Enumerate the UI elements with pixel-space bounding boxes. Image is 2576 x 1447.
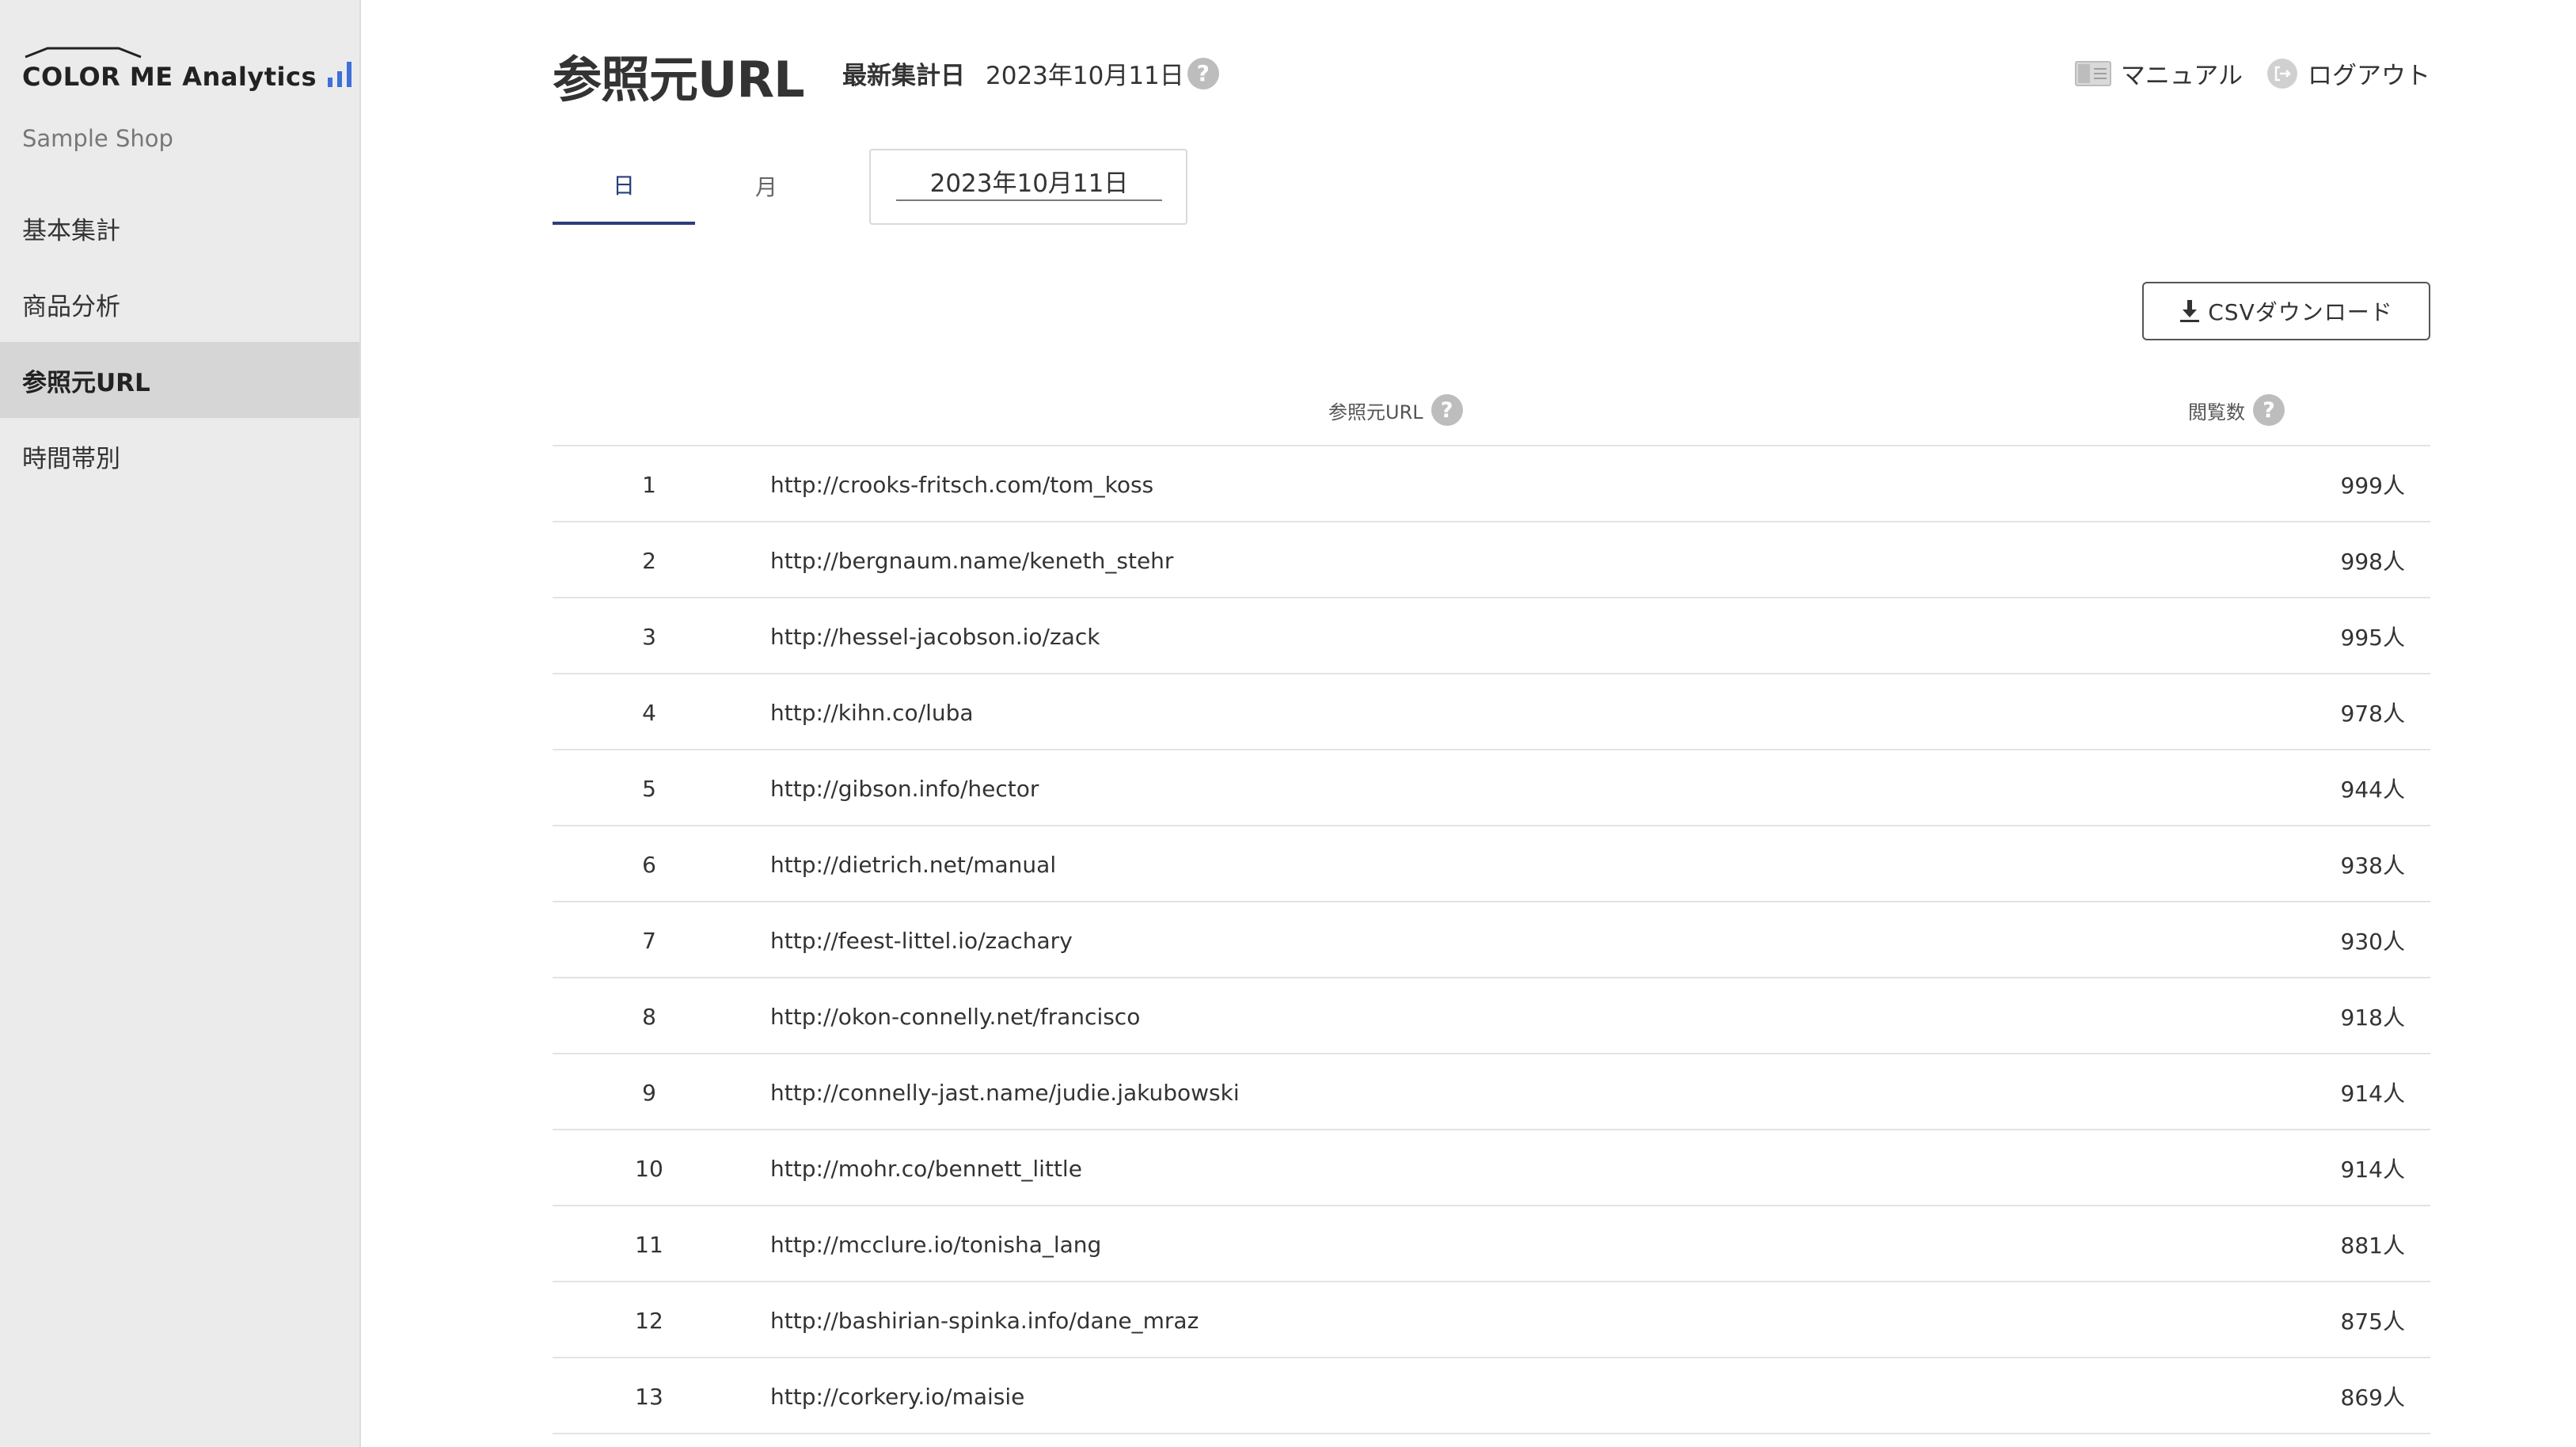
sidebar-item-referrer-url[interactable]: 参照元URL (0, 342, 359, 418)
rank-cell: 11 (635, 1231, 663, 1258)
book-icon (2074, 60, 2111, 86)
help-icon[interactable]: ? (1430, 394, 1463, 426)
referrer-table: 参照元URL ? 閲覧数 ? 1 http://crooks-fritsch.co… (553, 374, 2430, 1434)
column-header-url-label: 参照元URL (1328, 401, 1423, 423)
help-icon[interactable]: ? (1187, 57, 1219, 89)
table-row: 10 http://mohr.co/bennett_little 914人 (553, 1130, 2430, 1206)
period-tabs: 日 月 (553, 147, 838, 225)
rank-cell: 8 (642, 1003, 656, 1030)
views-cell: 914人 (2340, 1081, 2405, 1107)
table-row: 13 http://corkery.io/maisie 869人 (553, 1358, 2430, 1434)
download-icon (2180, 300, 2200, 322)
rank-cell: 9 (642, 1079, 656, 1106)
views-cell: 930人 (2340, 929, 2405, 955)
bar-chart-icon (328, 62, 352, 87)
column-header-views: 閲覧数 ? (2188, 374, 2285, 446)
rank-cell: 7 (642, 927, 656, 954)
csv-download-label: CSVダウンロード (2208, 299, 2393, 325)
table-row: 5 http://gibson.info/hector 944人 (553, 750, 2430, 826)
table-row: 8 http://okon-connelly.net/francisco 918人 (553, 978, 2430, 1054)
table-row: 6 http://dietrich.net/manual 938人 (553, 826, 2430, 902)
sidebar-item-time-of-day[interactable]: 時間帯別 (0, 418, 359, 494)
aggregation-label: 最新集計日 (842, 62, 965, 90)
tab-month[interactable]: 月 (695, 147, 838, 225)
views-cell: 978人 (2340, 701, 2405, 727)
csv-download-button[interactable]: CSVダウンロード (2142, 282, 2430, 340)
url-cell[interactable]: http://dietrich.net/manual (770, 826, 1056, 902)
table-row: 12 http://bashirian-spinka.info/dane_mraz… (553, 1282, 2430, 1358)
tab-day[interactable]: 日 (553, 147, 695, 225)
sidebar-nav: 基本集計 商品分析 参照元URL 時間帯別 (0, 190, 359, 494)
url-cell[interactable]: http://feest-littel.io/zachary (770, 902, 1073, 978)
url-cell[interactable]: http://gibson.info/hector (770, 750, 1039, 826)
column-header-views-label: 閲覧数 (2188, 401, 2245, 423)
views-cell: 944人 (2340, 777, 2405, 803)
views-cell: 881人 (2340, 1232, 2405, 1259)
app-logo[interactable]: COLOR ME Analytics (22, 44, 352, 92)
rank-cell: 4 (642, 699, 656, 726)
logo-roof-icon (25, 47, 142, 59)
table-row: 7 http://feest-littel.io/zachary 930人 (553, 902, 2430, 978)
table-row: 11 http://mcclure.io/tonisha_lang 881人 (553, 1206, 2430, 1282)
logout-icon (2267, 58, 2297, 89)
shop-name: Sample Shop (22, 125, 173, 152)
table-row: 4 http://kihn.co/luba 978人 (553, 674, 2430, 750)
rank-cell: 13 (635, 1383, 663, 1410)
views-cell: 875人 (2340, 1308, 2405, 1335)
views-cell: 869人 (2340, 1384, 2405, 1411)
url-cell[interactable]: http://corkery.io/maisie (770, 1358, 1024, 1434)
logout-link[interactable]: ログアウト (2266, 55, 2430, 91)
top-links: マニュアル ログアウト (2074, 55, 2430, 91)
views-cell: 914人 (2340, 1156, 2405, 1183)
date-input[interactable] (896, 161, 1162, 201)
table-body: 1 http://crooks-fritsch.com/tom_koss 999人 2… (553, 446, 2430, 1434)
manual-label: マニュアル (2120, 62, 2243, 90)
logout-label: ログアウト (2308, 62, 2430, 90)
url-cell[interactable]: http://mcclure.io/tonisha_lang (770, 1206, 1101, 1282)
aggregation-date: 2023年10月11日 (986, 62, 1184, 90)
help-icon[interactable]: ? (2253, 394, 2285, 426)
sidebar-item-basic-summary[interactable]: 基本集計 (0, 190, 359, 266)
views-cell: 938人 (2340, 853, 2405, 879)
logo-text: COLOR ME Analytics (22, 62, 317, 92)
table-row: 2 http://bergnaum.name/keneth_stehr 998人 (553, 522, 2430, 598)
views-cell: 995人 (2340, 625, 2405, 651)
rank-cell: 6 (642, 851, 656, 878)
table-row: 1 http://crooks-fritsch.com/tom_koss 999人 (553, 446, 2430, 522)
url-cell[interactable]: http://bergnaum.name/keneth_stehr (770, 522, 1173, 598)
rank-cell: 1 (642, 471, 656, 498)
rank-cell: 5 (642, 775, 656, 802)
views-cell: 918人 (2340, 1005, 2405, 1031)
sidebar-item-product-analysis[interactable]: 商品分析 (0, 266, 359, 342)
sidebar: COLOR ME Analytics Sample Shop 基本集計 商品分析… (0, 0, 361, 1447)
url-cell[interactable]: http://kihn.co/luba (770, 674, 974, 750)
url-cell[interactable]: http://bashirian-spinka.info/dane_mraz (770, 1282, 1199, 1358)
rank-cell: 2 (642, 547, 656, 574)
table-header: 参照元URL ? 閲覧数 ? (553, 374, 2430, 446)
views-cell: 998人 (2340, 549, 2405, 575)
url-cell[interactable]: http://hessel-jacobson.io/zack (770, 598, 1100, 674)
url-cell[interactable]: http://okon-connelly.net/francisco (770, 978, 1140, 1054)
column-header-url: 参照元URL ? (1328, 374, 1463, 446)
table-row: 3 http://hessel-jacobson.io/zack 995人 (553, 598, 2430, 674)
url-cell[interactable]: http://connelly-jast.name/judie.jakubows… (770, 1054, 1240, 1130)
rank-cell: 3 (642, 623, 656, 650)
manual-link[interactable]: マニュアル (2074, 55, 2243, 91)
date-picker (869, 149, 1187, 225)
url-cell[interactable]: http://crooks-fritsch.com/tom_koss (770, 446, 1153, 522)
table-row: 9 http://connelly-jast.name/judie.jakubow… (553, 1054, 2430, 1130)
views-cell: 999人 (2340, 473, 2405, 499)
aggregation-info: 最新集計日 2023年10月11日 ? (842, 55, 1219, 91)
url-cell[interactable]: http://mohr.co/bennett_little (770, 1130, 1082, 1206)
rank-cell: 10 (635, 1155, 663, 1182)
rank-cell: 12 (635, 1307, 663, 1334)
page-title: 参照元URL (553, 51, 805, 108)
